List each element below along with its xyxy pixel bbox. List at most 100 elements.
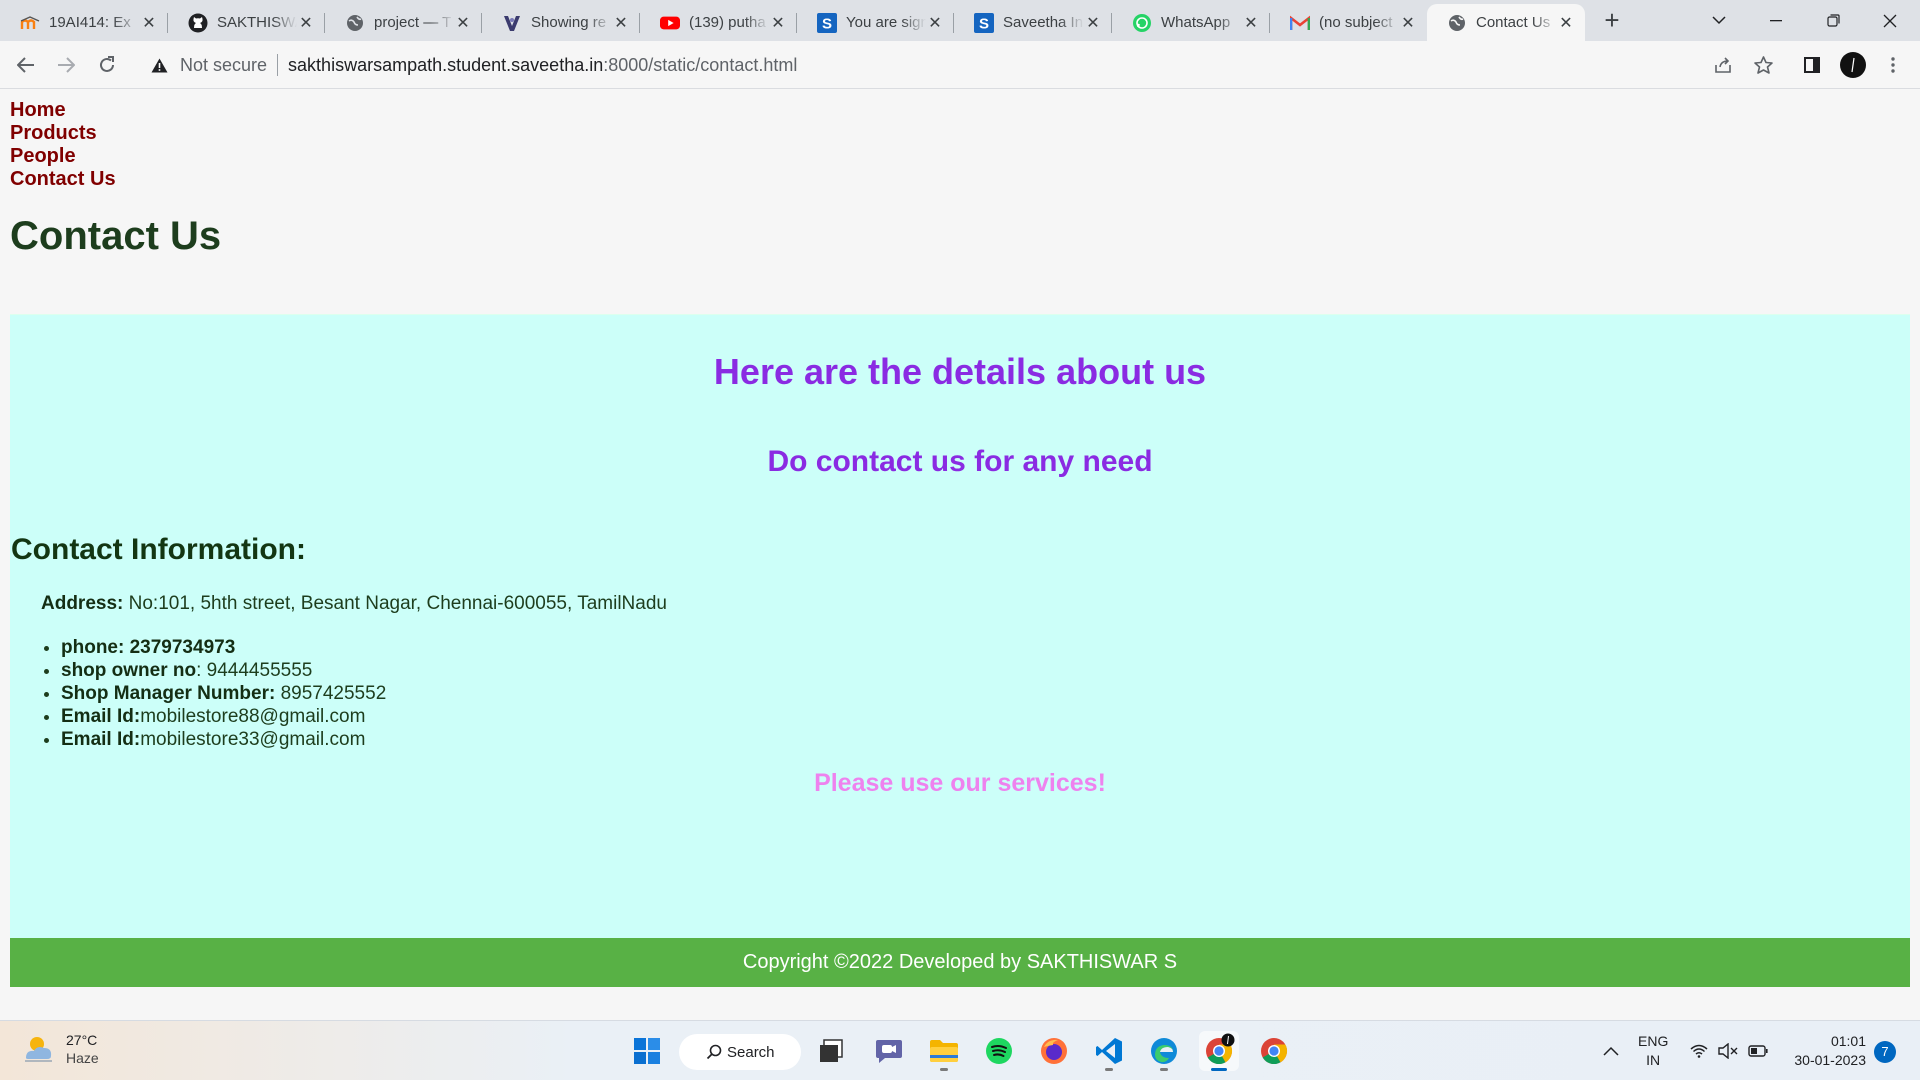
chrome-profile-button[interactable]	[1199, 1031, 1239, 1071]
tab-contact-us[interactable]: Contact Us ✕	[1427, 4, 1585, 41]
moodle-icon	[20, 13, 40, 33]
warning-icon	[150, 56, 168, 74]
running-indicator	[1105, 1068, 1113, 1071]
tab-title: (139) putha	[689, 14, 766, 31]
nav-home-link[interactable]: Home	[10, 99, 116, 122]
owner-value: : 9444455555	[196, 660, 313, 681]
close-icon[interactable]: ✕	[297, 13, 315, 33]
web-page: Home Products People Contact Us Contact …	[0, 90, 1920, 1020]
taskbar-clock[interactable]: 01:01 30-01-2023	[1790, 1032, 1866, 1070]
closing-message: Please use our services!	[814, 769, 1106, 797]
edge-button[interactable]	[1144, 1031, 1184, 1071]
chevron-down-icon	[1712, 16, 1726, 25]
tab-search-button[interactable]	[1692, 0, 1746, 41]
firefox-button[interactable]	[1034, 1031, 1074, 1071]
spotify-button[interactable]	[979, 1031, 1019, 1071]
tab-signed-in[interactable]: S You are sign ✕	[797, 4, 954, 41]
tab-moodle[interactable]: 19AI414: Ex ✕	[0, 4, 168, 41]
task-view-button[interactable]	[811, 1031, 851, 1071]
side-panel-button[interactable]	[1794, 47, 1830, 83]
file-explorer-button[interactable]	[924, 1031, 964, 1071]
weather-condition: Haze	[66, 1050, 99, 1066]
tab-project[interactable]: project — T ✕	[325, 4, 482, 41]
tab-github[interactable]: SAKTHISWA ✕	[168, 4, 325, 41]
url-host: sakthiswarsampath.student.saveetha.in	[288, 54, 604, 75]
bookmark-button[interactable]	[1745, 47, 1781, 83]
address-bar[interactable]: Not secure sakthiswarsampath.student.sav…	[140, 46, 1830, 84]
not-secure-label[interactable]: Not secure	[180, 55, 267, 76]
close-icon[interactable]: ✕	[926, 13, 944, 33]
tab-youtube[interactable]: (139) putha ✕	[640, 4, 797, 41]
minimize-button[interactable]	[1749, 0, 1803, 41]
star-icon	[1753, 56, 1773, 74]
address-value: No:101, 5hth street, Besant Nagar, Chenn…	[123, 593, 667, 614]
nav-contact-link[interactable]: Contact Us	[10, 168, 116, 191]
tab-showing[interactable]: Showing re ✕	[482, 4, 640, 41]
language-indicator[interactable]: ENG IN	[1638, 1032, 1668, 1070]
start-button[interactable]	[627, 1031, 667, 1071]
spotify-icon	[986, 1038, 1012, 1064]
temperature: 27°C	[66, 1032, 98, 1048]
vercel-icon	[502, 13, 522, 33]
profile-badge-icon	[1221, 1033, 1235, 1047]
language-code: ENG	[1638, 1033, 1669, 1049]
vscode-icon	[1096, 1038, 1122, 1064]
close-icon[interactable]: ✕	[769, 13, 787, 33]
contact-panel: Here are the details about us Do contact…	[10, 314, 1910, 938]
tab-gmail[interactable]: (no subject ✕	[1270, 4, 1427, 41]
forward-button[interactable]	[48, 47, 84, 83]
browser-tab-strip: 19AI414: Ex ✕ SAKTHISWA ✕ project — T ✕ …	[0, 0, 1920, 41]
clock-date: 30-01-2023	[1794, 1052, 1866, 1068]
email-value: mobilestore88@gmail.com	[140, 706, 366, 727]
vscode-button[interactable]	[1089, 1031, 1129, 1071]
new-tab-button[interactable]: +	[1597, 6, 1627, 36]
profile-button[interactable]	[1835, 47, 1871, 83]
taskbar-search[interactable]: Search	[679, 1034, 801, 1070]
manager-label: Shop Manager Number:	[61, 683, 276, 704]
close-icon[interactable]: ✕	[1084, 13, 1102, 33]
nav-products-link[interactable]: Products	[10, 122, 116, 145]
search-label: Search	[727, 1043, 775, 1061]
tab-title: 19AI414: Ex	[49, 14, 131, 31]
close-window-button[interactable]	[1863, 0, 1917, 41]
svg-text:S: S	[822, 15, 832, 32]
manager-value: 8957425552	[275, 683, 387, 704]
close-icon	[1883, 14, 1897, 27]
owner-label: shop owner no	[61, 660, 197, 681]
chrome-icon	[1261, 1038, 1288, 1065]
tab-whatsapp[interactable]: WhatsApp ✕	[1112, 4, 1270, 41]
list-item: shop owner no: 9444455555	[61, 659, 386, 682]
share-icon	[1715, 57, 1731, 73]
volume-muted-icon	[1718, 1043, 1738, 1059]
weather-widget[interactable]: 27°C Haze	[22, 1031, 99, 1067]
menu-button[interactable]	[1875, 47, 1911, 83]
page-footer: Copyright ©2022 Developed by SAKTHISWAR …	[10, 938, 1910, 987]
close-icon[interactable]: ✕	[454, 13, 472, 33]
chrome-button[interactable]	[1254, 1031, 1294, 1071]
back-button[interactable]	[8, 47, 44, 83]
share-button[interactable]	[1705, 47, 1741, 83]
system-tray[interactable]	[1690, 1021, 1768, 1080]
running-indicator	[1211, 1068, 1227, 1071]
gmail-icon	[1290, 13, 1310, 33]
globe-icon	[1447, 13, 1467, 33]
s-icon: S	[817, 12, 837, 33]
more-vert-icon	[1891, 57, 1895, 73]
reload-button[interactable]	[89, 47, 125, 83]
teams-chat-button[interactable]	[869, 1031, 909, 1071]
page-title: Contact Us	[10, 214, 222, 258]
tab-saveetha[interactable]: S Saveetha In ✕	[954, 4, 1112, 41]
tab-title: SAKTHISWA	[217, 14, 297, 31]
email-label: Email Id:	[61, 706, 141, 727]
close-icon[interactable]: ✕	[1242, 13, 1260, 33]
tab-title: WhatsApp	[1161, 14, 1231, 31]
close-icon[interactable]: ✕	[612, 13, 630, 33]
close-icon[interactable]: ✕	[140, 13, 158, 33]
notification-badge[interactable]: 7	[1874, 1041, 1896, 1063]
close-icon[interactable]: ✕	[1399, 13, 1417, 33]
svg-text:S: S	[979, 15, 989, 32]
nav-people-link[interactable]: People	[10, 145, 116, 168]
close-icon[interactable]: ✕	[1557, 13, 1575, 33]
restore-button[interactable]	[1806, 0, 1860, 41]
show-hidden-icons-button[interactable]	[1591, 1031, 1631, 1071]
